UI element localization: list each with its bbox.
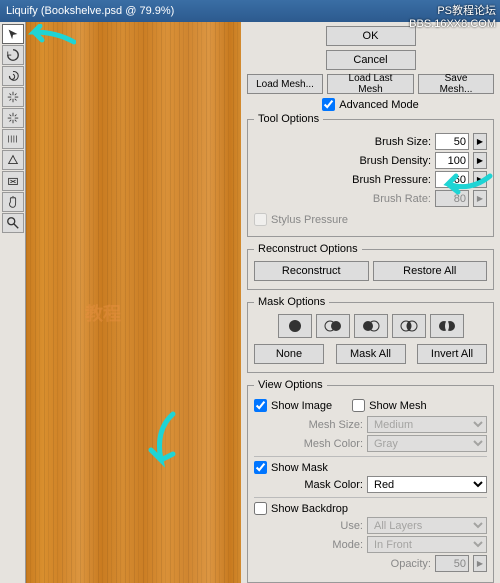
brush-size-stepper[interactable]: ▶	[473, 133, 487, 150]
pucker-tool[interactable]	[2, 87, 24, 107]
show-mesh-label: Show Mesh	[369, 400, 426, 412]
brush-pressure-input[interactable]	[435, 171, 469, 188]
thaw-mask-tool[interactable]	[2, 171, 24, 191]
brush-rate-input	[435, 190, 469, 207]
mask-replace-button[interactable]	[278, 314, 312, 338]
brush-pressure-label: Brush Pressure:	[352, 174, 431, 186]
opacity-stepper: ▶	[473, 555, 487, 572]
title-text: Liquify (Bookshelve.psd @ 79.9%)	[6, 5, 174, 17]
stylus-pressure-label: Stylus Pressure	[271, 214, 348, 226]
brush-density-label: Brush Density:	[359, 155, 431, 167]
restore-all-button[interactable]: Restore All	[373, 261, 488, 281]
brush-pressure-stepper[interactable]: ▶	[473, 171, 487, 188]
options-panel: OK Cancel Load Mesh... Load Last Mesh Sa…	[241, 22, 500, 583]
brush-size-label: Brush Size:	[375, 136, 431, 148]
mesh-color-label: Mesh Color:	[304, 438, 363, 450]
show-image-checkbox[interactable]	[254, 399, 267, 412]
view-options-legend: View Options	[254, 379, 327, 391]
canvas-preview[interactable]	[26, 22, 241, 583]
show-mask-label: Show Mask	[271, 462, 328, 474]
watermark-center: 教程	[85, 300, 121, 326]
tool-options-legend: Tool Options	[254, 113, 323, 125]
push-left-tool[interactable]	[2, 129, 24, 149]
stylus-pressure-checkbox	[254, 213, 267, 226]
mask-add-button[interactable]	[316, 314, 350, 338]
mask-options-group: Mask Options None Mask All Invert All	[247, 296, 494, 373]
forward-warp-tool[interactable]	[2, 24, 24, 44]
mask-subtract-button[interactable]	[354, 314, 388, 338]
brush-density-input[interactable]	[435, 152, 469, 169]
mesh-color-select: Gray	[367, 435, 487, 452]
view-options-group: View Options Show Image Show Mesh Mesh S…	[247, 379, 494, 583]
reconstruct-button[interactable]: Reconstruct	[254, 261, 369, 281]
load-mesh-button[interactable]: Load Mesh...	[247, 74, 323, 94]
mesh-size-select: Medium	[367, 416, 487, 433]
mask-options-legend: Mask Options	[254, 296, 329, 308]
reconstruct-legend: Reconstruct Options	[254, 243, 362, 255]
tool-options-group: Tool Options Brush Size: ▶ Brush Density:…	[247, 113, 494, 237]
mode-select: In Front	[367, 536, 487, 553]
opacity-label: Opacity:	[391, 558, 431, 570]
mesh-size-label: Mesh Size:	[309, 419, 363, 431]
show-image-label: Show Image	[271, 400, 332, 412]
load-last-mesh-button[interactable]: Load Last Mesh	[327, 74, 414, 94]
brush-rate-label: Brush Rate:	[373, 193, 431, 205]
reconstruct-tool[interactable]	[2, 45, 24, 65]
show-mask-checkbox[interactable]	[254, 461, 267, 474]
advanced-mode-checkbox[interactable]	[322, 98, 335, 111]
mask-intersect-button[interactable]	[392, 314, 426, 338]
zoom-tool[interactable]	[2, 213, 24, 233]
use-select: All Layers	[367, 517, 487, 534]
brush-density-stepper[interactable]: ▶	[473, 152, 487, 169]
hand-tool[interactable]	[2, 192, 24, 212]
toolbar	[0, 22, 26, 583]
mask-invert-all-button[interactable]: Invert All	[417, 344, 487, 364]
advanced-mode-label: Advanced Mode	[339, 99, 419, 111]
brush-rate-stepper: ▶	[473, 190, 487, 207]
use-label: Use:	[340, 520, 363, 532]
reconstruct-options-group: Reconstruct Options Reconstruct Restore …	[247, 243, 494, 290]
bloat-tool[interactable]	[2, 108, 24, 128]
mask-color-label: Mask Color:	[304, 479, 363, 491]
brush-size-input[interactable]	[435, 133, 469, 150]
cancel-button[interactable]: Cancel	[326, 50, 416, 70]
mask-color-select[interactable]: Red	[367, 476, 487, 493]
mask-all-button[interactable]: Mask All	[336, 344, 406, 364]
show-mesh-checkbox[interactable]	[352, 399, 365, 412]
freeze-mask-tool[interactable]	[2, 150, 24, 170]
watermark: PS教程论坛 BBS.16XX8.COM	[409, 2, 496, 30]
opacity-input	[435, 555, 469, 572]
show-backdrop-checkbox[interactable]	[254, 502, 267, 515]
save-mesh-button[interactable]: Save Mesh...	[418, 74, 494, 94]
twirl-tool[interactable]	[2, 66, 24, 86]
show-backdrop-label: Show Backdrop	[271, 503, 348, 515]
ok-button[interactable]: OK	[326, 26, 416, 46]
mode-label: Mode:	[332, 539, 363, 551]
mask-none-button[interactable]: None	[254, 344, 324, 364]
mask-invert-button[interactable]	[430, 314, 464, 338]
